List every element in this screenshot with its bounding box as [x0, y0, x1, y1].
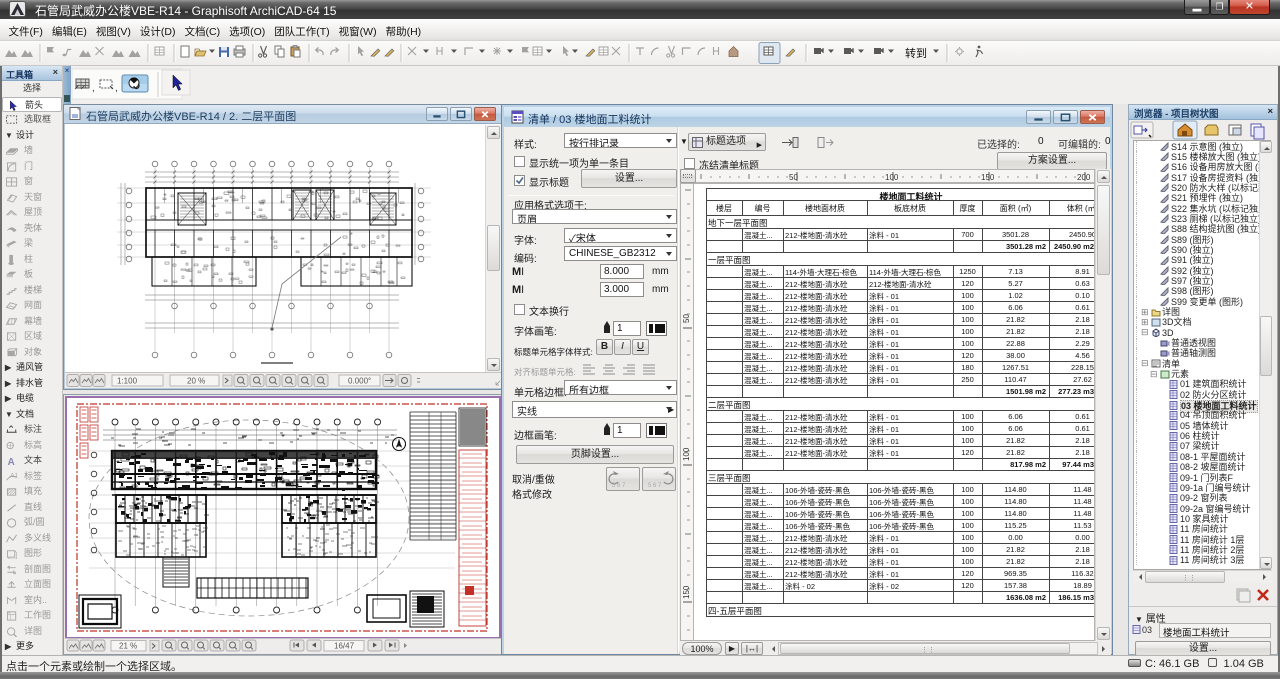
svg-text:0.000°: 0.000°: [348, 377, 371, 386]
svg-text:A1: A1: [10, 472, 18, 479]
svg-text:,: ,: [92, 83, 95, 94]
svg-text:,: ,: [115, 83, 118, 94]
svg-text:150: 150: [981, 173, 995, 182]
svg-text:20 %: 20 %: [187, 377, 205, 386]
svg-text:100: 100: [885, 173, 899, 182]
svg-text:50: 50: [789, 173, 798, 182]
svg-text:16/47: 16/47: [334, 642, 355, 651]
svg-text:100: 100: [682, 447, 691, 461]
svg-text:200: 200: [1077, 173, 1091, 182]
svg-text:21 %: 21 %: [119, 642, 137, 651]
svg-text:150: 150: [682, 585, 691, 599]
svg-text:1:100: 1:100: [117, 377, 138, 386]
svg-text:A: A: [7, 457, 15, 466]
svg-text:50: 50: [682, 314, 691, 323]
svg-text:转到: 转到: [905, 46, 927, 60]
svg-text:5 6 7: 5 6 7: [648, 483, 662, 489]
svg-text:5 6 7: 5 6 7: [612, 483, 626, 489]
